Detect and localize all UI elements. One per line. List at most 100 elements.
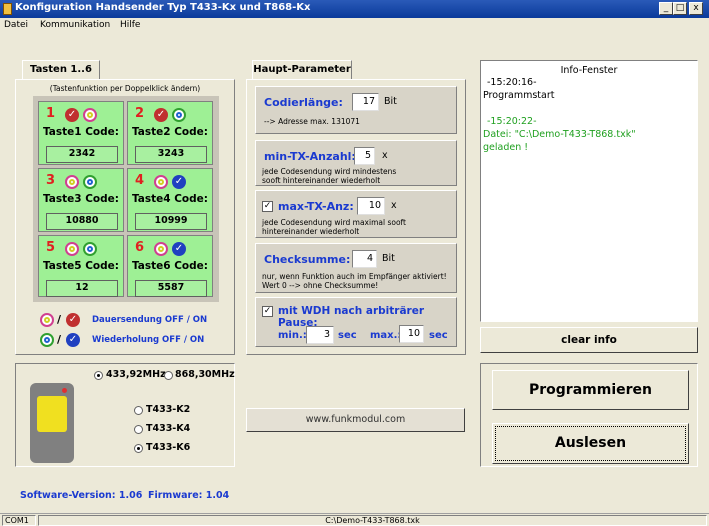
clear-info-button[interactable]: clear info — [480, 327, 698, 353]
freq-868-radio[interactable] — [164, 371, 173, 380]
remote-control-icon — [30, 383, 74, 463]
menu-hilfe[interactable]: Hilfe — [120, 20, 140, 30]
mintx-label: min-TX-Anzahl: — [264, 150, 356, 163]
key-label: Taste3 Code: — [42, 193, 119, 205]
legend-dauersendung: / ✓ Dauersendung OFF / ON — [40, 312, 230, 330]
checksum-note: nur, wenn Funktion auch im Empfänger akt… — [262, 272, 447, 290]
freq-433-label: 433,92MHz — [106, 369, 166, 380]
status-bar: COM1 C:\Demo-T433-T868.txk — [0, 513, 709, 526]
wdh-label: mit WDH nach arbiträrer Pause: — [278, 305, 425, 329]
red-check-icon: ✓ — [66, 313, 80, 327]
key-2[interactable]: 2 ✓ Taste2 Code: 3243 — [127, 101, 213, 165]
firmware-version: Firmware: 1.04 — [148, 490, 230, 501]
type-k6-label: T433-K6 — [146, 442, 191, 453]
freq-433-radio[interactable] — [94, 371, 103, 380]
key-label: Taste1 Code: — [42, 126, 119, 138]
key-label: Taste5 Code: — [42, 260, 119, 272]
menu-kommunikation[interactable]: Kommunikation — [40, 20, 110, 30]
title-bar: Konfiguration Handsender Typ T433-Kx und… — [0, 0, 709, 18]
codier-input[interactable]: 17 — [352, 93, 379, 111]
key-code[interactable]: 2342 — [46, 146, 118, 163]
codier-label: Codierlänge: — [264, 96, 343, 109]
info-line: -15:20:22- — [487, 116, 537, 127]
legend-text: Dauersendung OFF / ON — [92, 315, 208, 325]
type-k6-radio[interactable] — [134, 444, 143, 453]
blue-check-icon: ✓ — [172, 242, 186, 256]
key-label: Taste2 Code: — [131, 126, 208, 138]
wdh-max-label: max.: — [370, 330, 402, 341]
codier-unit: Bit — [384, 96, 397, 107]
key-number: 1 — [46, 106, 56, 121]
repeat-off-icon — [172, 108, 186, 122]
mintx-unit: x — [382, 150, 388, 161]
maxtx-note: jede Codesendung wird maximal sooft hint… — [262, 218, 406, 236]
wdh-max-input[interactable]: 10 — [399, 325, 424, 343]
maxtx-checkbox[interactable]: ✓ — [262, 201, 273, 212]
repeat-off-icon — [83, 175, 97, 189]
info-title: Info-Fenster — [560, 65, 618, 76]
key-code[interactable]: 10999 — [135, 213, 207, 230]
wdh-min-input[interactable]: 3 — [306, 326, 334, 344]
continuous-off-icon — [154, 175, 168, 189]
tab-tasten[interactable]: Tasten 1..6 — [22, 60, 100, 80]
key-code[interactable]: 10880 — [46, 213, 118, 230]
key-1[interactable]: 1 ✓ Taste1 Code: 2342 — [38, 101, 124, 165]
funkmodul-link[interactable]: www.funkmodul.com — [246, 408, 465, 432]
checksum-input[interactable]: 4 — [352, 250, 377, 268]
codier-group: Codierlänge: 17 Bit --> Adresse max. 131… — [255, 86, 457, 134]
info-window: Info-Fenster -15:20:16- Programmstart -1… — [480, 60, 698, 322]
key-number: 5 — [46, 240, 56, 255]
wdh-max-unit: sec — [429, 330, 448, 341]
repeat-off-icon — [83, 108, 97, 122]
mintx-input[interactable]: 5 — [354, 147, 375, 165]
continuous-off-icon — [154, 242, 168, 256]
key-3[interactable]: 3 Taste3 Code: 10880 — [38, 168, 124, 232]
key-5[interactable]: 5 Taste5 Code: 12 — [38, 235, 124, 297]
key-number: 2 — [135, 106, 145, 121]
maxtx-input[interactable]: 10 — [357, 197, 385, 215]
key-number: 3 — [46, 173, 56, 188]
type-k4-label: T433-K4 — [146, 423, 191, 434]
tab-haupt-parameter[interactable]: Haupt-Parameter — [252, 60, 352, 80]
key-label: Taste4 Code: — [131, 193, 208, 205]
legend-separator: / — [57, 313, 62, 326]
menu-bar: Datei Kommunikation Hilfe — [0, 18, 709, 34]
programmieren-button[interactable]: Programmieren — [492, 370, 689, 410]
app-icon — [3, 3, 12, 15]
checksum-label: Checksumme: — [264, 253, 351, 266]
minimize-button[interactable]: _ — [659, 2, 673, 15]
continuous-off-icon — [65, 242, 79, 256]
key-code[interactable]: 3243 — [135, 146, 207, 163]
legend-separator: / — [57, 333, 62, 346]
type-k4-radio[interactable] — [134, 425, 143, 434]
continuous-off-icon — [40, 313, 54, 327]
wdh-checkbox[interactable]: ✓ — [262, 306, 273, 317]
maximize-button[interactable]: □ — [673, 2, 687, 15]
type-k2-label: T433-K2 — [146, 404, 191, 415]
blue-check-icon: ✓ — [172, 175, 186, 189]
wdh-min-label: min.: — [278, 330, 307, 341]
checksum-unit: Bit — [382, 253, 395, 264]
key-6[interactable]: 6 ✓ Taste6 Code: 5587 — [127, 235, 213, 297]
wdh-group: ✓ mit WDH nach arbiträrer Pause: min.: 3… — [255, 297, 457, 347]
tasten-hint: (Tastenfunktion per Doppelklick ändern) — [49, 84, 201, 93]
continuous-off-icon — [65, 175, 79, 189]
close-button[interactable]: x — [689, 2, 703, 15]
key-code[interactable]: 12 — [46, 280, 118, 297]
mintx-group: min-TX-Anzahl: 5 x jede Codesendung wird… — [255, 140, 457, 186]
type-k2-radio[interactable] — [134, 406, 143, 415]
red-check-icon: ✓ — [65, 108, 79, 122]
mintx-note: jede Codesendung wird mindestens sooft h… — [262, 167, 397, 185]
repeat-off-icon — [40, 333, 54, 347]
maxtx-group: ✓ max-TX-Anz: 10 x jede Codesendung wird… — [255, 190, 457, 238]
menu-datei[interactable]: Datei — [4, 20, 28, 30]
legend-wiederholung: / ✓ Wiederholung OFF / ON — [40, 332, 230, 350]
key-code[interactable]: 5587 — [135, 280, 207, 297]
info-line: geladen ! — [483, 142, 529, 153]
key-number: 6 — [135, 240, 145, 255]
window-title: Konfiguration Handsender Typ T433-Kx und… — [15, 2, 311, 13]
repeat-off-icon — [83, 242, 97, 256]
key-4[interactable]: 4 ✓ Taste4 Code: 10999 — [127, 168, 213, 232]
key-number: 4 — [135, 173, 145, 188]
auslesen-button[interactable]: Auslesen — [492, 423, 689, 464]
